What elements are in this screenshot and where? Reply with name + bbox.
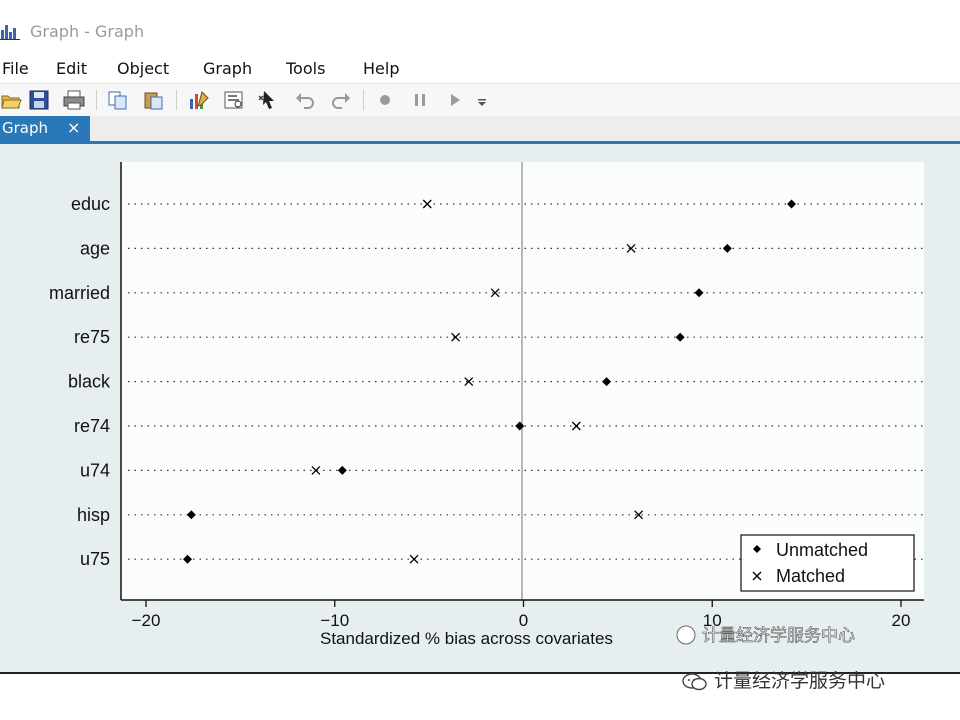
redo-icon[interactable] bbox=[330, 89, 352, 111]
watermark-overlay-text: 计量经济学服务中心 bbox=[702, 626, 855, 646]
pause-icon[interactable] bbox=[409, 89, 431, 111]
legend-matched-label: Matched bbox=[776, 566, 845, 586]
bias-dot-plot: educ age married re75 black re74 u74 hisp u75 −2… bbox=[49, 162, 924, 648]
y-tick-label-educ: educ bbox=[71, 194, 110, 214]
paste-icon[interactable] bbox=[142, 89, 164, 111]
open-icon[interactable] bbox=[0, 89, 22, 111]
x-tick-label: 20 bbox=[892, 611, 911, 630]
legend: Unmatched Matched bbox=[740, 534, 915, 592]
tab-strip: Graph × bbox=[0, 116, 960, 144]
copy-icon[interactable] bbox=[107, 89, 129, 111]
y-tick-label-u75: u75 bbox=[80, 549, 110, 569]
y-tick-label-re75: re75 bbox=[74, 327, 110, 347]
y-tick-label-married: married bbox=[49, 283, 110, 303]
more-icon[interactable] bbox=[472, 89, 494, 111]
x-axis-label: Standardized % bias across covariates bbox=[320, 629, 613, 648]
watermark-overlay: 计量经济学服务中心 bbox=[676, 625, 855, 646]
toolbar-separator bbox=[96, 90, 97, 110]
legend-unmatched-label: Unmatched bbox=[776, 540, 868, 560]
record-icon[interactable] bbox=[374, 89, 396, 111]
toolbar bbox=[0, 83, 960, 116]
menu-graph[interactable]: Graph bbox=[203, 59, 252, 78]
undo-icon[interactable] bbox=[294, 89, 316, 111]
toolbar-separator bbox=[363, 90, 364, 110]
y-tick-label-hisp: hisp bbox=[77, 505, 110, 525]
title-bar: Graph - Graph bbox=[0, 0, 960, 54]
menu-help[interactable]: Help bbox=[363, 59, 399, 78]
y-tick-label-u74: u74 bbox=[80, 460, 110, 480]
stata-graph-icon bbox=[0, 22, 20, 40]
menu-object[interactable]: Object bbox=[117, 59, 169, 78]
pointer-tool-icon[interactable] bbox=[258, 89, 280, 111]
y-tick-label-re74: re74 bbox=[74, 416, 110, 436]
menu-tools[interactable]: Tools bbox=[286, 59, 325, 78]
watermark-text: 计量经济学服务中心 bbox=[714, 670, 886, 692]
window-title: Graph - Graph bbox=[30, 22, 145, 41]
print-icon[interactable] bbox=[63, 89, 85, 111]
wechat-icon bbox=[682, 672, 708, 692]
play-icon[interactable] bbox=[444, 89, 466, 111]
x-tick-label: −10 bbox=[320, 611, 349, 630]
menu-edit[interactable]: Edit bbox=[56, 59, 87, 78]
graph-editor-icon[interactable] bbox=[188, 89, 210, 111]
menu-file[interactable]: File bbox=[2, 59, 29, 78]
save-icon[interactable] bbox=[28, 89, 50, 111]
tab-graph[interactable]: Graph × bbox=[0, 116, 90, 141]
x-tick-label: 0 bbox=[519, 611, 528, 630]
toolbar-separator bbox=[176, 90, 177, 110]
watermark: 计量经济学服务中心 bbox=[682, 666, 885, 693]
menu-bar: File Edit Object Graph Tools Help bbox=[0, 54, 960, 82]
y-tick-label-age: age bbox=[80, 238, 110, 258]
tab-label: Graph bbox=[2, 119, 49, 137]
x-tick-label: −20 bbox=[132, 611, 161, 630]
close-icon[interactable]: × bbox=[67, 118, 80, 137]
rename-icon[interactable] bbox=[223, 89, 245, 111]
y-tick-label-black: black bbox=[68, 372, 111, 392]
